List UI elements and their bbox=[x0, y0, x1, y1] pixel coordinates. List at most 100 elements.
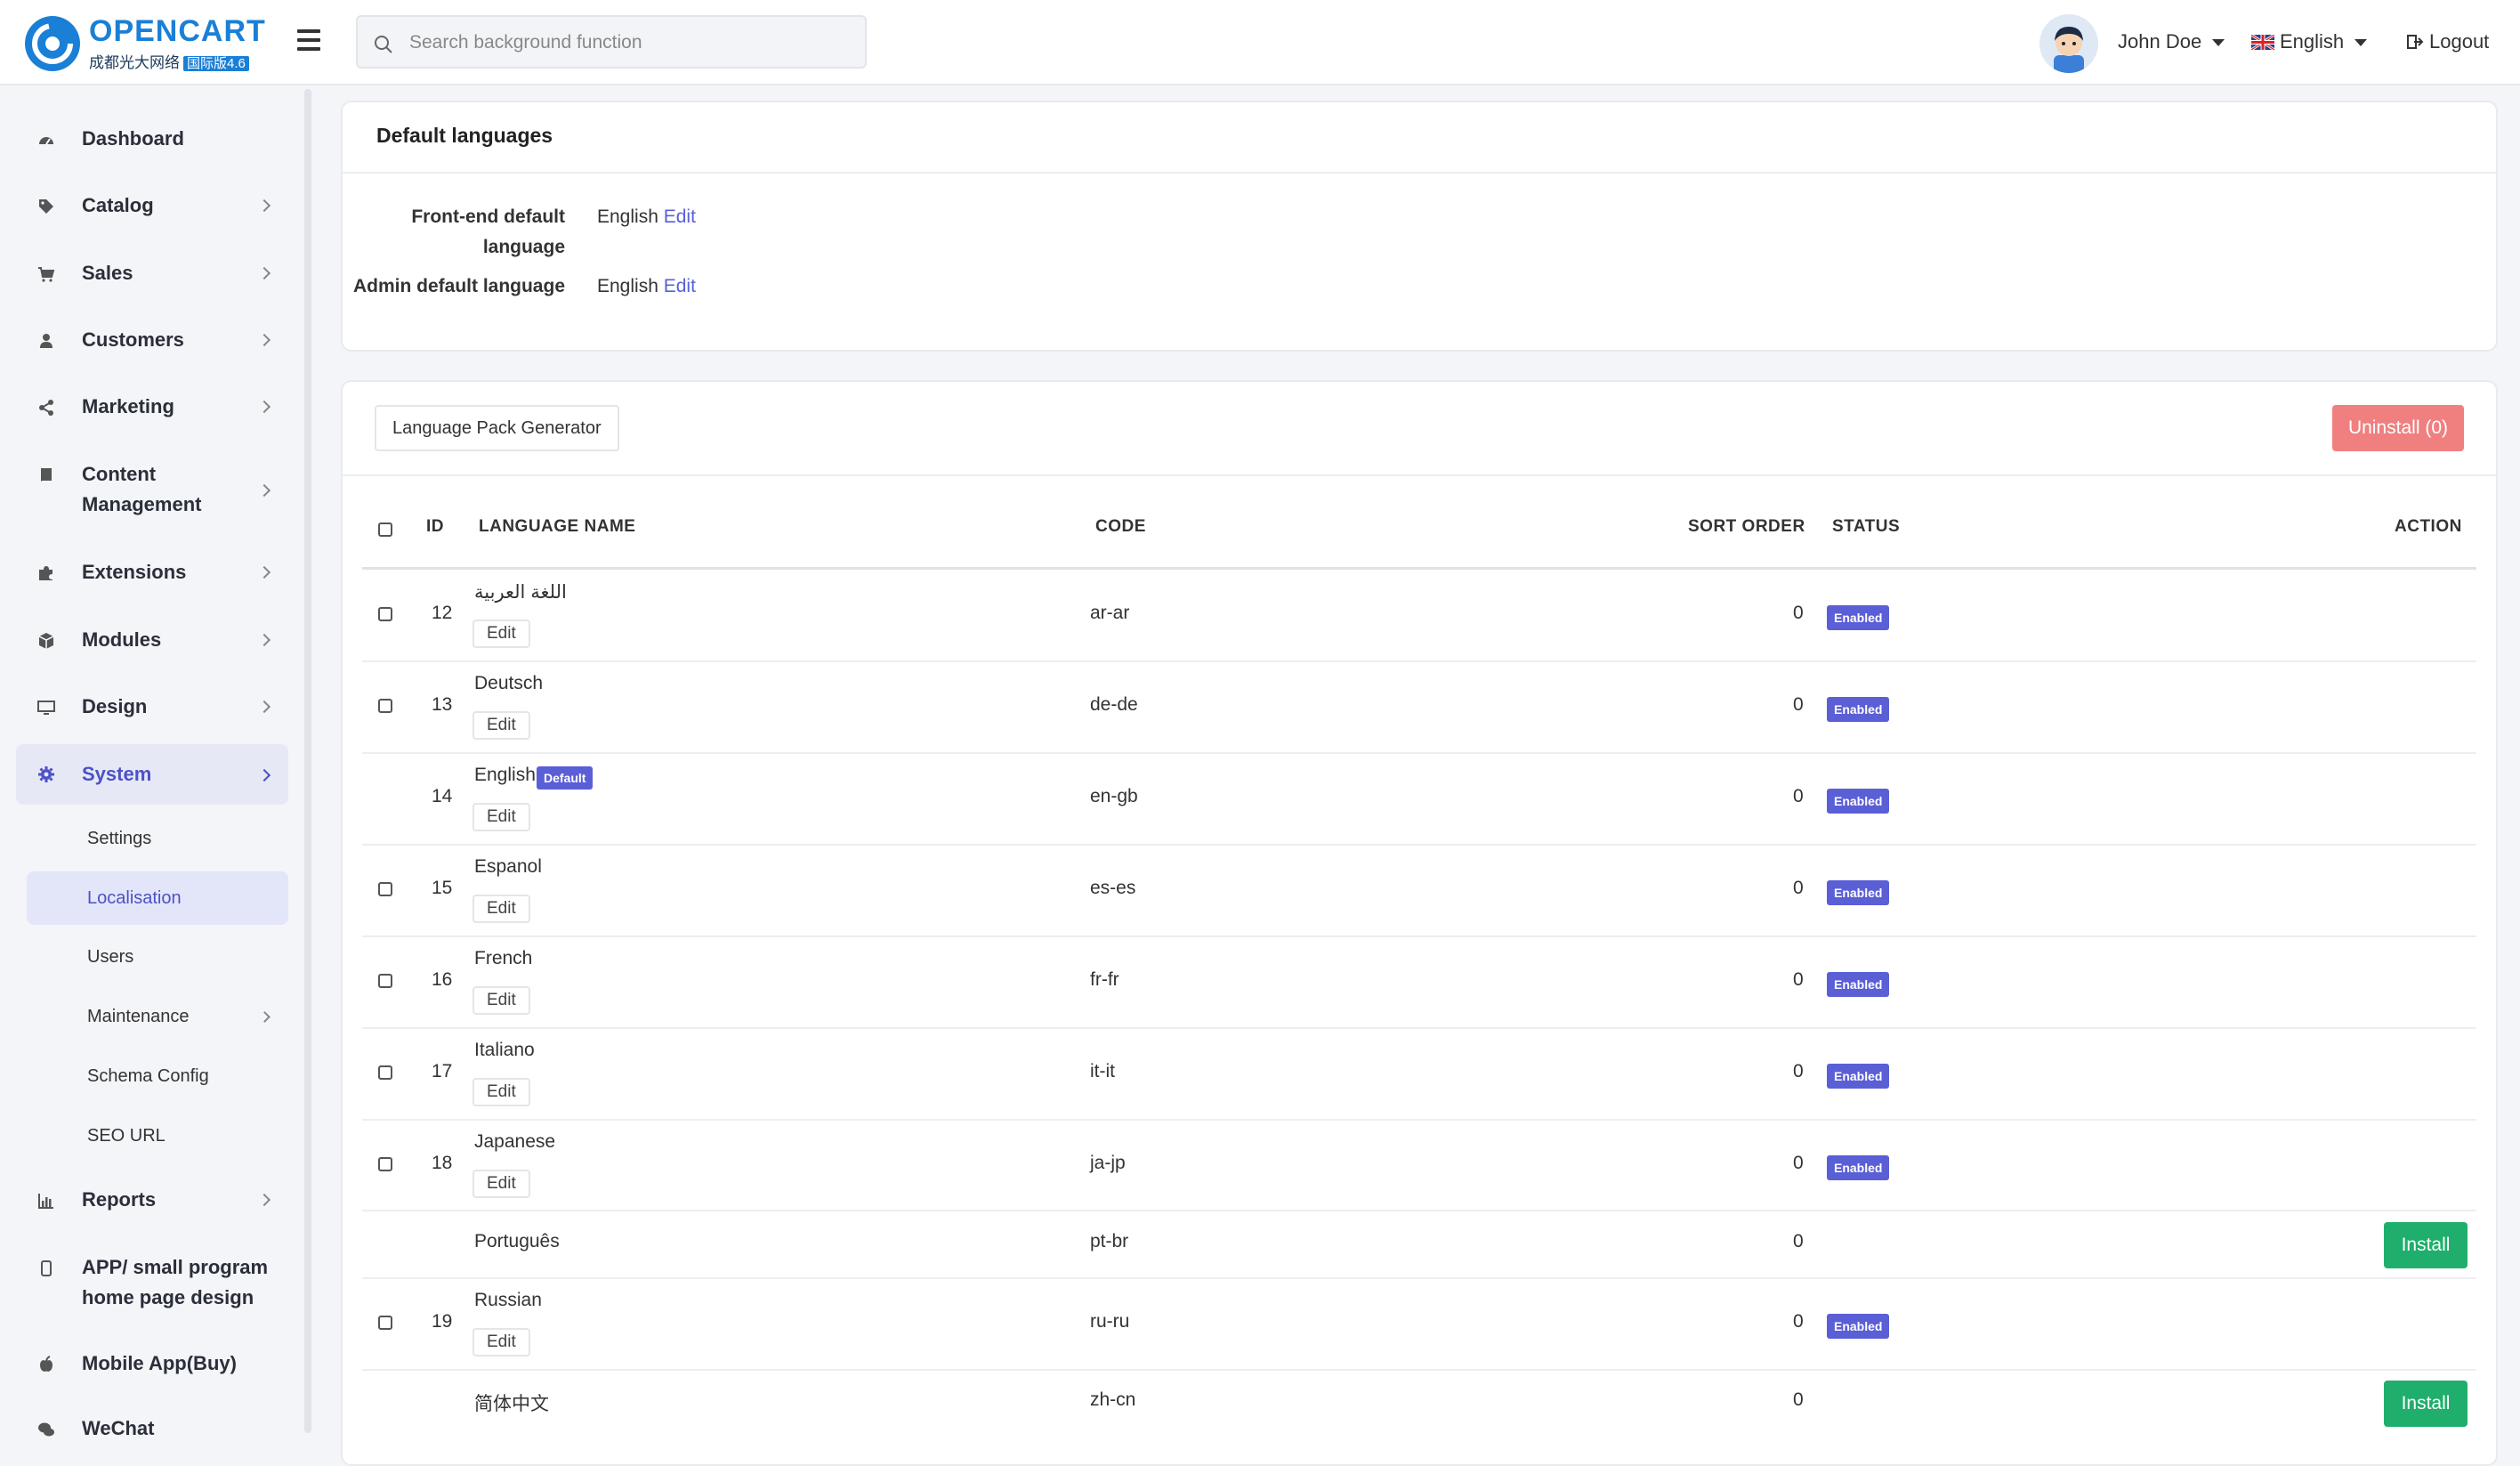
sidebar-item-wechat[interactable]: WeChat bbox=[16, 1413, 288, 1444]
column-header-action: ACTION bbox=[2395, 517, 2462, 536]
puzzle-icon bbox=[39, 566, 52, 580]
row-code: zh-cn bbox=[1090, 1389, 1136, 1410]
row-divider bbox=[362, 844, 2476, 846]
sidebar-item-label: Catalog bbox=[82, 194, 154, 216]
row-checkbox[interactable] bbox=[378, 974, 392, 988]
status-badge: Enabled bbox=[1827, 972, 1890, 997]
row-edit-button[interactable]: Edit bbox=[472, 711, 530, 740]
cart-icon bbox=[38, 267, 55, 282]
column-header-code[interactable]: CODE bbox=[1095, 517, 1146, 537]
sidebar-item-app-design[interactable]: APP/ small program home page design bbox=[16, 1252, 288, 1313]
uninstall-button[interactable]: Uninstall (0) bbox=[2331, 405, 2464, 451]
install-button[interactable]: Install bbox=[2384, 1381, 2468, 1427]
column-header-language-name[interactable]: LANGUAGE NAME bbox=[479, 517, 635, 537]
sidebar-subitem-localisation[interactable]: Localisation bbox=[27, 871, 288, 925]
column-header-id[interactable]: ID bbox=[426, 517, 444, 537]
status-badge: Enabled bbox=[1827, 880, 1890, 905]
row-edit-button[interactable]: Edit bbox=[472, 803, 530, 831]
row-checkbox[interactable] bbox=[378, 1316, 392, 1330]
row-edit-button[interactable]: Edit bbox=[472, 895, 530, 923]
row-sort-order: 0 bbox=[1793, 969, 1804, 990]
install-button[interactable]: Install bbox=[2384, 1222, 2468, 1268]
wechat-icon bbox=[38, 1422, 54, 1437]
sidebar-subitem-label: Schema Config bbox=[87, 1066, 209, 1086]
row-divider bbox=[362, 1210, 2476, 1211]
user-menu[interactable]: John Doe bbox=[2118, 30, 2225, 53]
logo-text: OPENCART bbox=[89, 14, 266, 48]
search-box[interactable] bbox=[356, 15, 867, 69]
row-edit-button[interactable]: Edit bbox=[472, 620, 530, 648]
sidebar-item-system[interactable]: System bbox=[16, 744, 288, 805]
sidebar-item-label: Marketing bbox=[82, 395, 174, 417]
sidebar-subitem-maintenance[interactable]: Maintenance bbox=[27, 990, 288, 1043]
sidebar-item-extensions[interactable]: Extensions bbox=[16, 557, 288, 587]
row-checkbox[interactable] bbox=[378, 607, 392, 621]
chevron-right-icon bbox=[257, 633, 271, 647]
sidebar-scrollbar[interactable] bbox=[304, 89, 311, 1433]
logo-mark-icon bbox=[25, 16, 80, 71]
row-code: ja-jp bbox=[1090, 1153, 1126, 1173]
language-menu[interactable]: English bbox=[2251, 30, 2368, 53]
row-edit-button[interactable]: Edit bbox=[472, 1328, 530, 1357]
card-divider bbox=[343, 172, 2496, 174]
opencart-logo[interactable]: OPENCART 成都光大网络 国际版4.6 bbox=[25, 14, 265, 71]
chevron-right-icon bbox=[257, 198, 271, 213]
row-divider bbox=[362, 660, 2476, 662]
row-edit-button[interactable]: Edit bbox=[472, 986, 530, 1015]
row-checkbox[interactable] bbox=[378, 882, 392, 896]
admin-default-edit-link[interactable]: Edit bbox=[664, 276, 696, 296]
frontend-default-label: Front-end default language bbox=[411, 207, 565, 257]
sidebar-item-customers[interactable]: Customers bbox=[16, 325, 288, 355]
row-id: 18 bbox=[432, 1153, 453, 1173]
row-code: es-es bbox=[1090, 878, 1136, 898]
row-divider bbox=[362, 1277, 2476, 1279]
sidebar-subitem-seo-url[interactable]: SEO URL bbox=[27, 1109, 288, 1162]
sidebar-item-mobile-app[interactable]: Mobile App(Buy) bbox=[16, 1349, 288, 1379]
row-sort-order: 0 bbox=[1793, 1389, 1804, 1410]
status-badge: Enabled bbox=[1827, 697, 1890, 722]
row-language-name: Russian bbox=[474, 1290, 542, 1310]
sidebar-item-modules[interactable]: Modules bbox=[16, 625, 288, 655]
default-languages-card: Default languages Front-end default lang… bbox=[341, 101, 2498, 352]
frontend-default-language: English bbox=[597, 207, 658, 227]
sidebar-item-dashboard[interactable]: Dashboard bbox=[16, 124, 288, 154]
row-sort-order: 0 bbox=[1793, 603, 1804, 623]
sidebar-item-sales[interactable]: Sales bbox=[16, 258, 288, 288]
column-header-sort-order[interactable]: SORT ORDER bbox=[1688, 517, 1805, 537]
sidebar-subitem-label: SEO URL bbox=[87, 1126, 166, 1146]
row-checkbox[interactable] bbox=[378, 1157, 392, 1171]
sidebar-item-content-management[interactable]: Content Management bbox=[16, 459, 288, 520]
user-icon bbox=[40, 334, 52, 348]
language-pack-generator-button[interactable]: Language Pack Generator bbox=[375, 405, 619, 451]
sidebar-subitem-users[interactable]: Users bbox=[27, 930, 288, 984]
sidebar-item-marketing[interactable]: Marketing bbox=[16, 392, 288, 422]
share-icon bbox=[39, 400, 53, 416]
row-checkbox[interactable] bbox=[378, 1065, 392, 1080]
row-id: 12 bbox=[432, 603, 453, 623]
chevron-down-icon bbox=[2354, 39, 2368, 47]
user-avatar[interactable] bbox=[2039, 14, 2098, 73]
dashboard-icon bbox=[39, 137, 53, 145]
select-all-checkbox[interactable] bbox=[378, 522, 392, 537]
sidebar-item-reports[interactable]: Reports bbox=[16, 1185, 288, 1215]
search-input[interactable] bbox=[408, 26, 856, 60]
row-language-name: French bbox=[474, 948, 533, 968]
row-sort-order: 0 bbox=[1793, 1061, 1804, 1081]
row-edit-button[interactable]: Edit bbox=[472, 1078, 530, 1106]
column-header-status[interactable]: STATUS bbox=[1832, 517, 1900, 537]
frontend-default-edit-link[interactable]: Edit bbox=[664, 207, 696, 227]
sidebar-item-design[interactable]: Design bbox=[16, 692, 288, 722]
row-language-name: Espanol bbox=[474, 856, 542, 877]
row-edit-button[interactable]: Edit bbox=[472, 1170, 530, 1198]
logout-icon bbox=[2407, 35, 2424, 49]
apple-icon bbox=[40, 1356, 52, 1372]
chevron-right-icon bbox=[257, 700, 271, 714]
sidebar-subitem-settings[interactable]: Settings bbox=[27, 812, 288, 865]
uk-flag-icon bbox=[2251, 35, 2274, 50]
row-language-name: Deutsch bbox=[474, 673, 544, 693]
row-checkbox[interactable] bbox=[378, 699, 392, 713]
sidebar-subitem-schema-config[interactable]: Schema Config bbox=[27, 1049, 288, 1103]
menu-toggle-icon[interactable] bbox=[297, 29, 320, 53]
logout-button[interactable]: Logout bbox=[2406, 30, 2489, 53]
sidebar-item-catalog[interactable]: Catalog bbox=[16, 190, 288, 221]
